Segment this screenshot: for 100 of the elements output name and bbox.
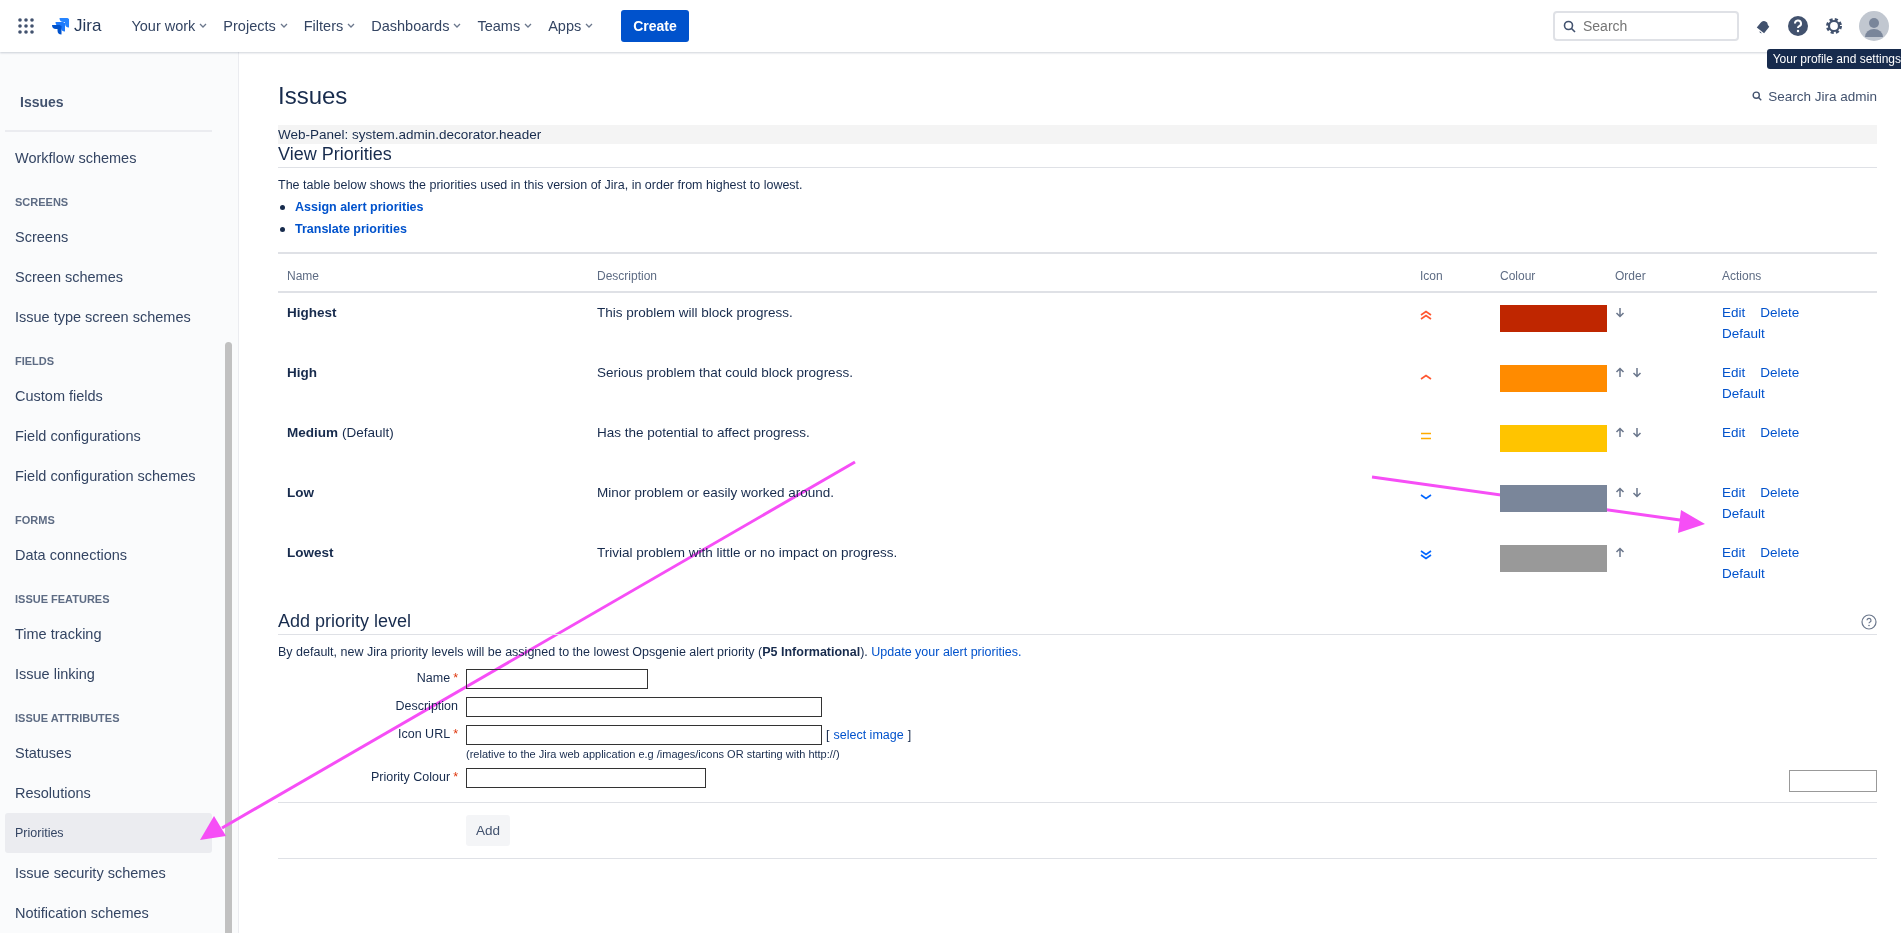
chevron-icon xyxy=(524,23,533,29)
input-field[interactable] xyxy=(466,697,822,717)
sidebar-item[interactable]: Priorities xyxy=(5,813,212,853)
sidebar-item[interactable]: Issue type screen schemes xyxy=(5,297,212,337)
arrow-up-icon[interactable] xyxy=(1615,547,1625,558)
double-chevron-up-icon xyxy=(1420,310,1432,320)
action-link[interactable]: Default xyxy=(1722,506,1765,521)
sidebar-heading: FIELDS xyxy=(14,354,56,369)
chevron-icon xyxy=(453,23,462,29)
select-image-link[interactable]: select image xyxy=(833,728,904,742)
sidebar-item[interactable]: Screens xyxy=(5,217,212,257)
column-header: Name xyxy=(287,269,320,283)
chevron-icon xyxy=(585,23,594,29)
web-panel-label: Web-Panel: system.admin.decorator.header xyxy=(278,125,1877,144)
nav-menu[interactable]: Dashboards xyxy=(365,12,468,40)
create-button[interactable]: Create xyxy=(621,10,689,42)
arrow-down-icon[interactable] xyxy=(1632,427,1642,438)
app-grid-icon[interactable] xyxy=(18,18,34,34)
sidebar-title: Issues xyxy=(5,52,212,132)
arrow-down-icon[interactable] xyxy=(1615,307,1625,318)
priority-name: High xyxy=(287,365,317,380)
action-link[interactable]: Default xyxy=(1722,326,1765,341)
action-link[interactable]: Default xyxy=(1722,386,1765,401)
search-field[interactable]: Search xyxy=(1553,11,1739,41)
action-link[interactable]: Delete xyxy=(1760,425,1800,440)
required-mark: * xyxy=(453,770,458,784)
bullet-icon xyxy=(280,226,285,232)
priority-description: This problem will block progress. xyxy=(597,305,794,320)
arrow-down-icon[interactable] xyxy=(1632,487,1642,498)
nav-menu[interactable]: Your work xyxy=(125,12,214,40)
input-field[interactable] xyxy=(466,768,706,788)
help-icon[interactable] xyxy=(1787,15,1809,37)
sidebar-item[interactable]: Field configurations xyxy=(5,416,212,456)
section-title: View Priorities xyxy=(278,144,1877,168)
action-link[interactable]: Edit xyxy=(1722,365,1746,380)
action-link[interactable]: Edit xyxy=(1722,425,1746,440)
field-label: Priority Colour xyxy=(370,770,451,784)
nav-menu[interactable]: Filters xyxy=(297,12,362,40)
arrow-up-icon[interactable] xyxy=(1615,427,1625,438)
nav-menu[interactable]: Projects xyxy=(217,12,294,40)
action-link[interactable]: Default xyxy=(1722,566,1765,581)
priority-name: Low xyxy=(287,485,314,500)
chevron-icon xyxy=(199,23,208,29)
chevron-icon xyxy=(279,23,288,29)
field-label: Icon URL xyxy=(398,727,451,741)
avatar-icon[interactable] xyxy=(1859,11,1889,41)
help-icon[interactable] xyxy=(1861,613,1877,630)
priority-name: Medium xyxy=(287,425,338,440)
sidebar-item[interactable]: Notification schemes xyxy=(5,893,212,933)
action-link[interactable]: Edit xyxy=(1722,485,1746,500)
sidebar-item[interactable]: Field configuration schemes xyxy=(5,456,212,496)
action-link[interactable]: Edit xyxy=(1722,545,1746,560)
search-icon xyxy=(1752,91,1763,101)
intro-text: The table below shows the priorities used in this version of Jira, in order from highest to lowest. xyxy=(278,178,804,192)
sidebar-heading: ISSUE FEATURES xyxy=(14,592,111,607)
page-title: Issues xyxy=(278,82,348,110)
priority-link[interactable]: Assign alert priorities xyxy=(295,200,424,214)
colour-picker-box[interactable] xyxy=(1789,770,1877,792)
priority-name: Highest xyxy=(287,305,337,320)
logo-text[interactable]: Jira xyxy=(74,16,102,36)
sidebar-item[interactable]: Screen schemes xyxy=(5,257,212,297)
priority-link[interactable]: Translate priorities xyxy=(295,222,407,236)
arrow-up-icon[interactable] xyxy=(1615,487,1625,498)
column-header: Colour xyxy=(1500,269,1537,283)
nav-menu[interactable]: Teams xyxy=(471,12,539,40)
priority-description: Serious problem that could block progress. xyxy=(597,365,854,380)
alert-priorities-link[interactable]: Update your alert priorities. xyxy=(871,645,1022,659)
sidebar-item[interactable]: Time tracking xyxy=(5,614,212,654)
double-chevron-down-icon xyxy=(1420,550,1432,560)
chevron-icon xyxy=(347,23,356,29)
section-title: Add priority level xyxy=(278,611,412,632)
input-field[interactable] xyxy=(466,669,648,689)
add-button[interactable]: Add xyxy=(466,815,511,846)
sidebar-item[interactable]: Workflow schemes xyxy=(5,138,212,178)
admin-search-link[interactable]: Search Jira admin xyxy=(1752,88,1877,104)
tooltip: Your profile and settings xyxy=(1766,49,1901,69)
action-link[interactable]: Delete xyxy=(1760,485,1800,500)
sidebar-item[interactable]: Custom fields xyxy=(5,376,212,416)
sidebar-item[interactable]: Issue security schemes xyxy=(5,853,212,893)
action-link[interactable]: Edit xyxy=(1722,305,1746,320)
sidebar-item[interactable]: Data connections xyxy=(5,535,212,575)
sidebar-item[interactable]: Resolutions xyxy=(5,773,212,813)
action-link[interactable]: Delete xyxy=(1760,305,1800,320)
scrollbar[interactable] xyxy=(225,342,232,933)
action-link[interactable]: Delete xyxy=(1760,545,1800,560)
column-header: Order xyxy=(1615,269,1647,283)
priority-name: Lowest xyxy=(287,545,334,560)
chevron-down-icon xyxy=(1420,494,1432,500)
column-header: Actions xyxy=(1722,269,1763,283)
arrow-up-icon[interactable] xyxy=(1615,367,1625,378)
sidebar-item[interactable]: Statuses xyxy=(5,733,212,773)
column-header: Description xyxy=(597,269,659,283)
priority-description: Has the potential to affect progress. xyxy=(597,425,811,440)
settings-icon[interactable] xyxy=(1823,15,1845,37)
column-header: Icon xyxy=(1420,269,1444,283)
nav-menu[interactable]: Apps xyxy=(542,12,600,40)
input-field[interactable] xyxy=(466,725,822,745)
arrow-down-icon[interactable] xyxy=(1632,367,1642,378)
sidebar-item[interactable]: Issue linking xyxy=(5,654,212,694)
action-link[interactable]: Delete xyxy=(1760,365,1800,380)
